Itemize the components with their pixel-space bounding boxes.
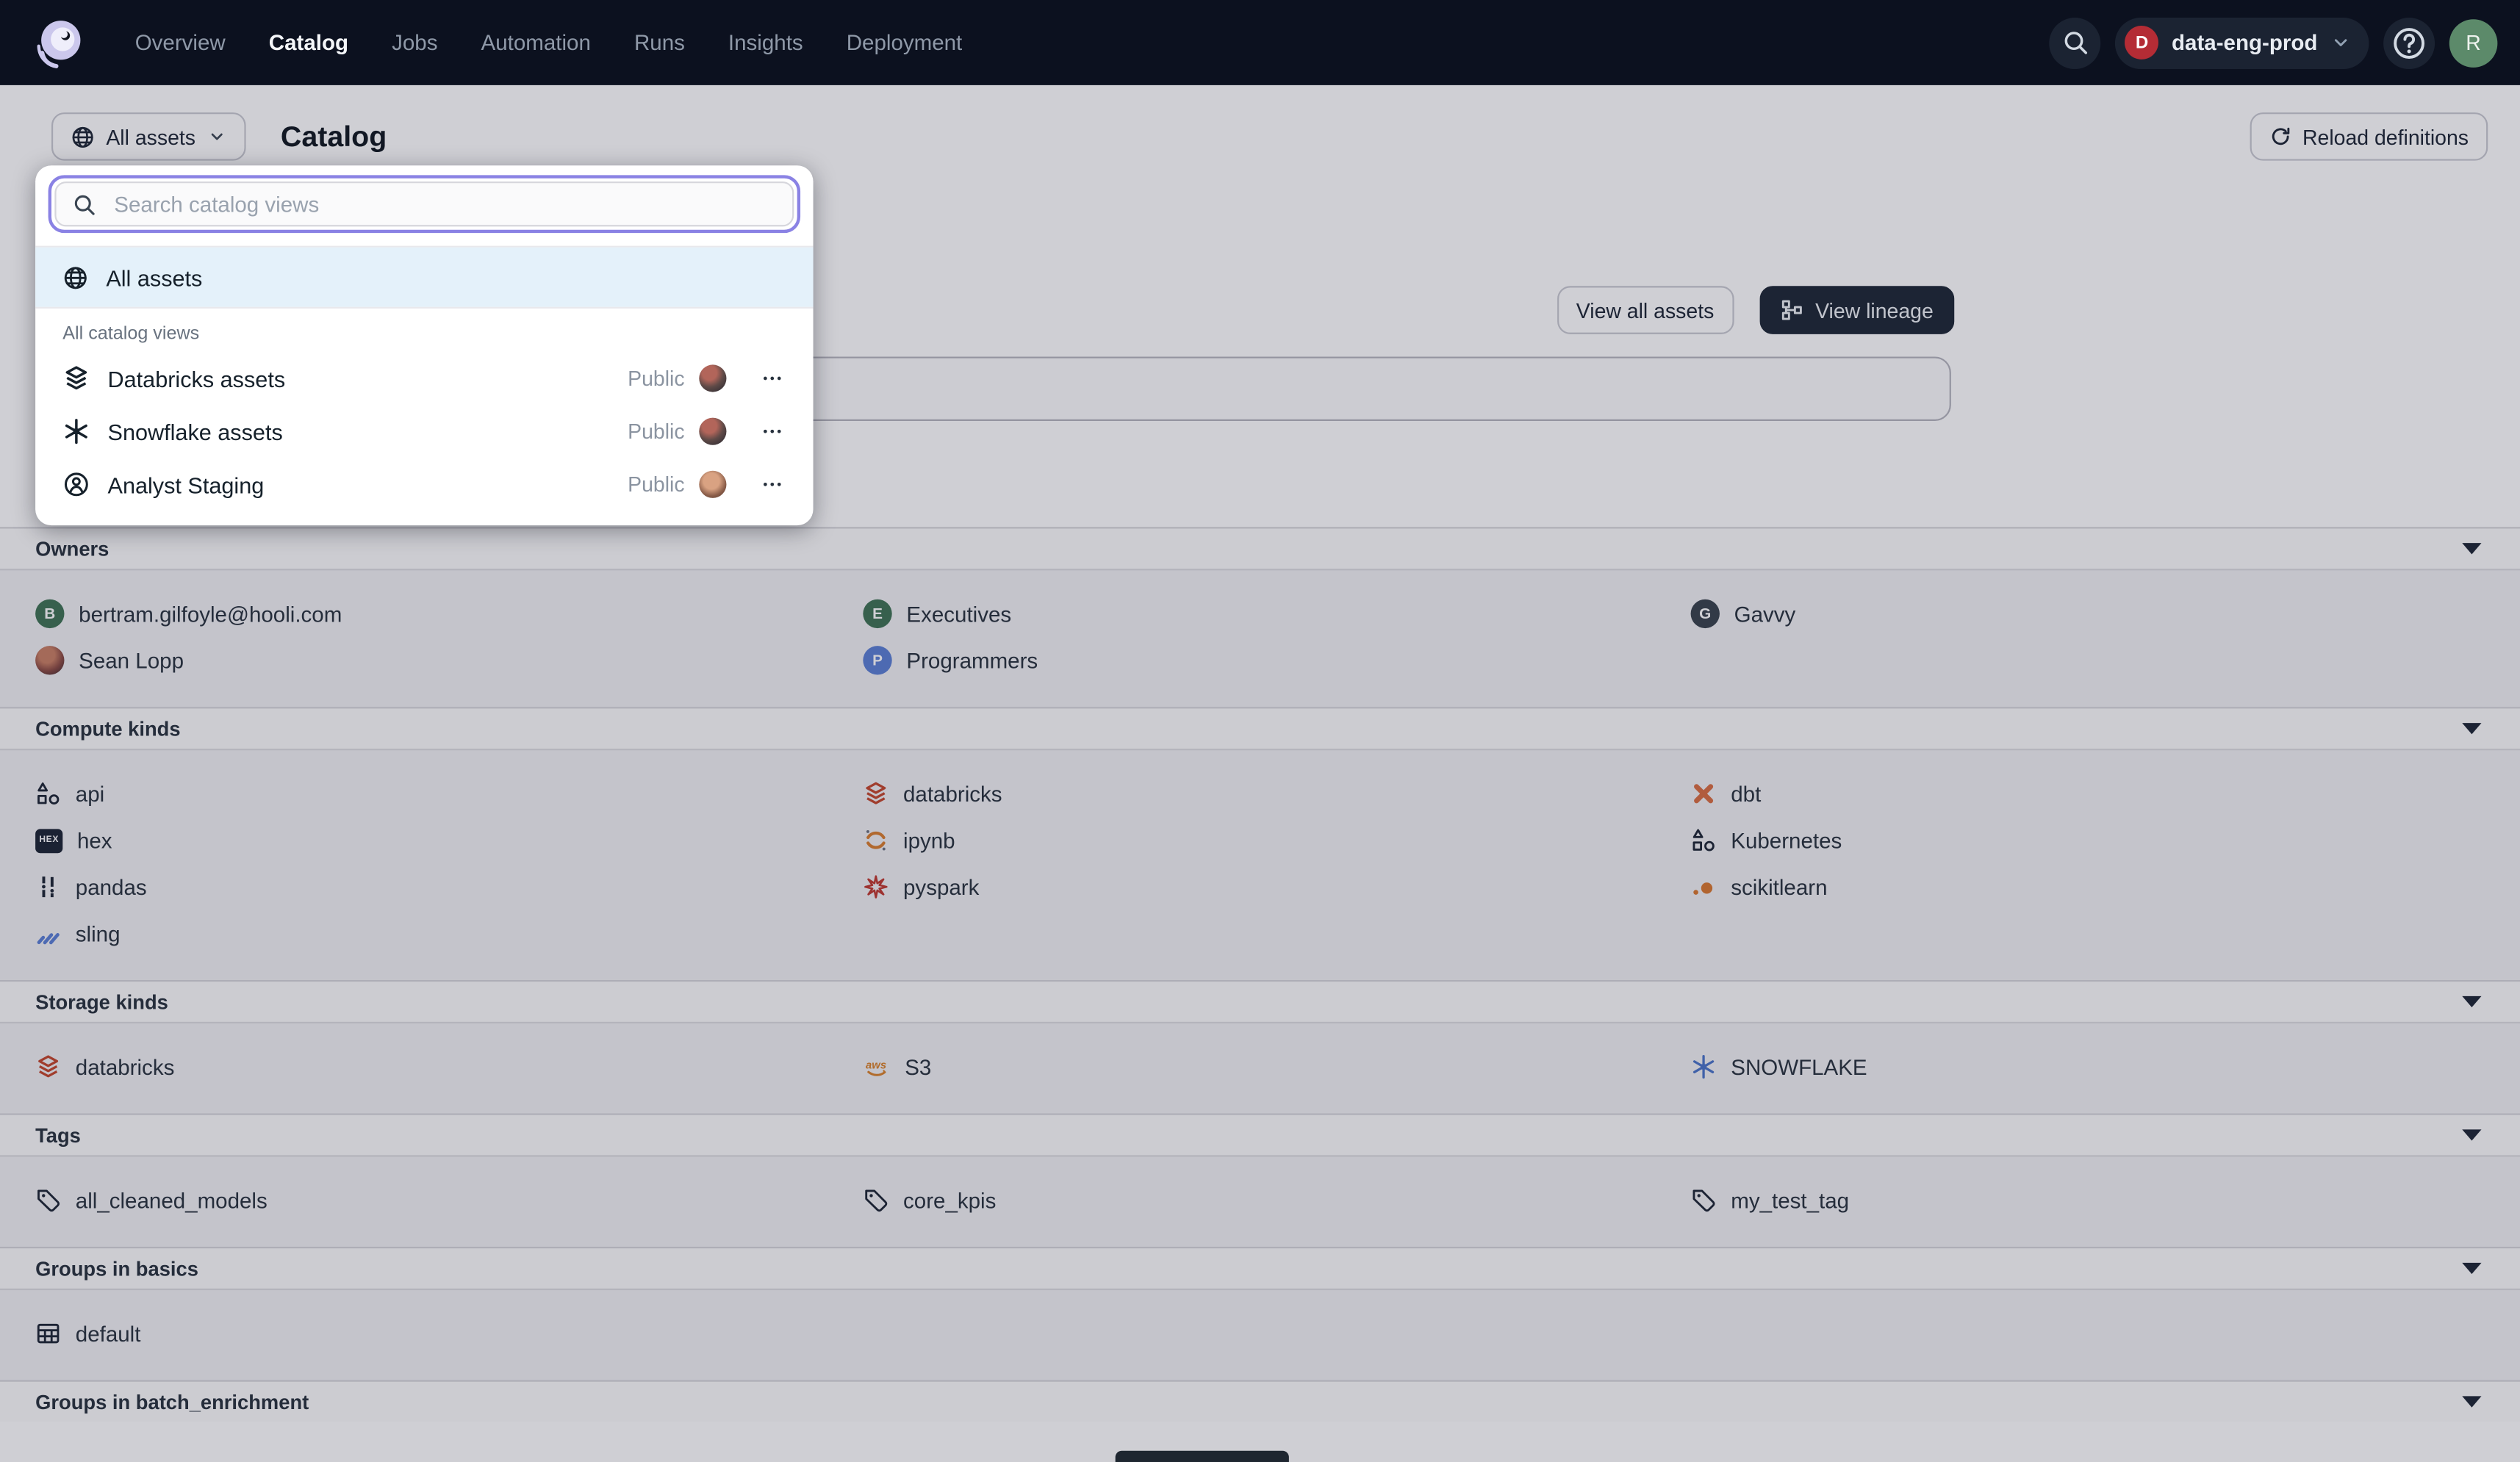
search-icon xyxy=(2061,29,2089,56)
user-circle-icon xyxy=(62,471,90,498)
global-search-button[interactable] xyxy=(2050,17,2101,68)
deployment-initial-badge: D xyxy=(2125,26,2159,60)
dagster-logo[interactable] xyxy=(32,15,87,70)
avatar xyxy=(699,364,726,392)
ellipsis-icon xyxy=(759,419,783,444)
user-avatar[interactable]: R xyxy=(2449,18,2498,67)
help-button[interactable] xyxy=(2383,17,2435,68)
catalog-views-search-input[interactable] xyxy=(111,190,776,217)
nav-link-runs[interactable]: Runs xyxy=(634,31,685,55)
catalog-view-name: Analyst Staging xyxy=(108,472,265,497)
nav-link-automation[interactable]: Automation xyxy=(481,31,591,55)
row-menu-button[interactable] xyxy=(752,414,790,449)
nav-link-jobs[interactable]: Jobs xyxy=(392,31,437,55)
globe-icon xyxy=(62,264,88,290)
catalog-view-name: Snowflake assets xyxy=(108,419,283,444)
visibility-badge: Public xyxy=(628,472,684,497)
nav-right-cluster: D data-eng-prod R xyxy=(2050,17,2498,68)
dropdown-section-label: All catalog views xyxy=(35,309,813,352)
visibility-badge: Public xyxy=(628,419,684,444)
deployment-name: data-eng-prod xyxy=(2172,31,2317,55)
nav-link-insights[interactable]: Insights xyxy=(728,31,803,55)
top-nav: Overview Catalog Jobs Automation Runs In… xyxy=(0,0,2520,85)
avatar xyxy=(699,418,726,445)
snowflake-icon xyxy=(62,418,90,445)
catalog-view-row-databricks-assets[interactable]: Databricks assets Public xyxy=(35,352,813,405)
row-menu-button[interactable] xyxy=(752,467,790,502)
databricks-icon xyxy=(62,364,90,392)
nav-link-deployment[interactable]: Deployment xyxy=(847,31,963,55)
catalog-views-dropdown: All assets All catalog views Databricks … xyxy=(35,165,813,525)
nav-link-catalog[interactable]: Catalog xyxy=(269,31,348,55)
row-menu-button[interactable] xyxy=(752,361,790,396)
search-icon xyxy=(72,192,96,216)
nav-link-overview[interactable]: Overview xyxy=(135,31,226,55)
dropdown-item-all-assets[interactable]: All assets xyxy=(35,248,813,307)
catalog-view-name: Databricks assets xyxy=(108,366,286,392)
ellipsis-icon xyxy=(759,367,783,391)
app-window: Overview Catalog Jobs Automation Runs In… xyxy=(0,0,2520,1462)
avatar xyxy=(699,471,726,498)
catalog-view-row-analyst-staging[interactable]: Analyst Staging Public xyxy=(35,458,813,511)
deployment-switcher[interactable]: D data-eng-prod xyxy=(2115,17,2369,68)
dropdown-item-label: All assets xyxy=(106,264,202,290)
chevron-down-icon xyxy=(2330,32,2351,53)
visibility-badge: Public xyxy=(628,367,684,391)
catalog-view-row-snowflake-assets[interactable]: Snowflake assets Public xyxy=(35,405,813,458)
nav-links: Overview Catalog Jobs Automation Runs In… xyxy=(135,31,963,55)
bottom-overlay-notch xyxy=(1116,1451,1289,1462)
ellipsis-icon xyxy=(759,472,783,497)
dropdown-search xyxy=(49,175,800,233)
help-icon xyxy=(2391,25,2427,60)
